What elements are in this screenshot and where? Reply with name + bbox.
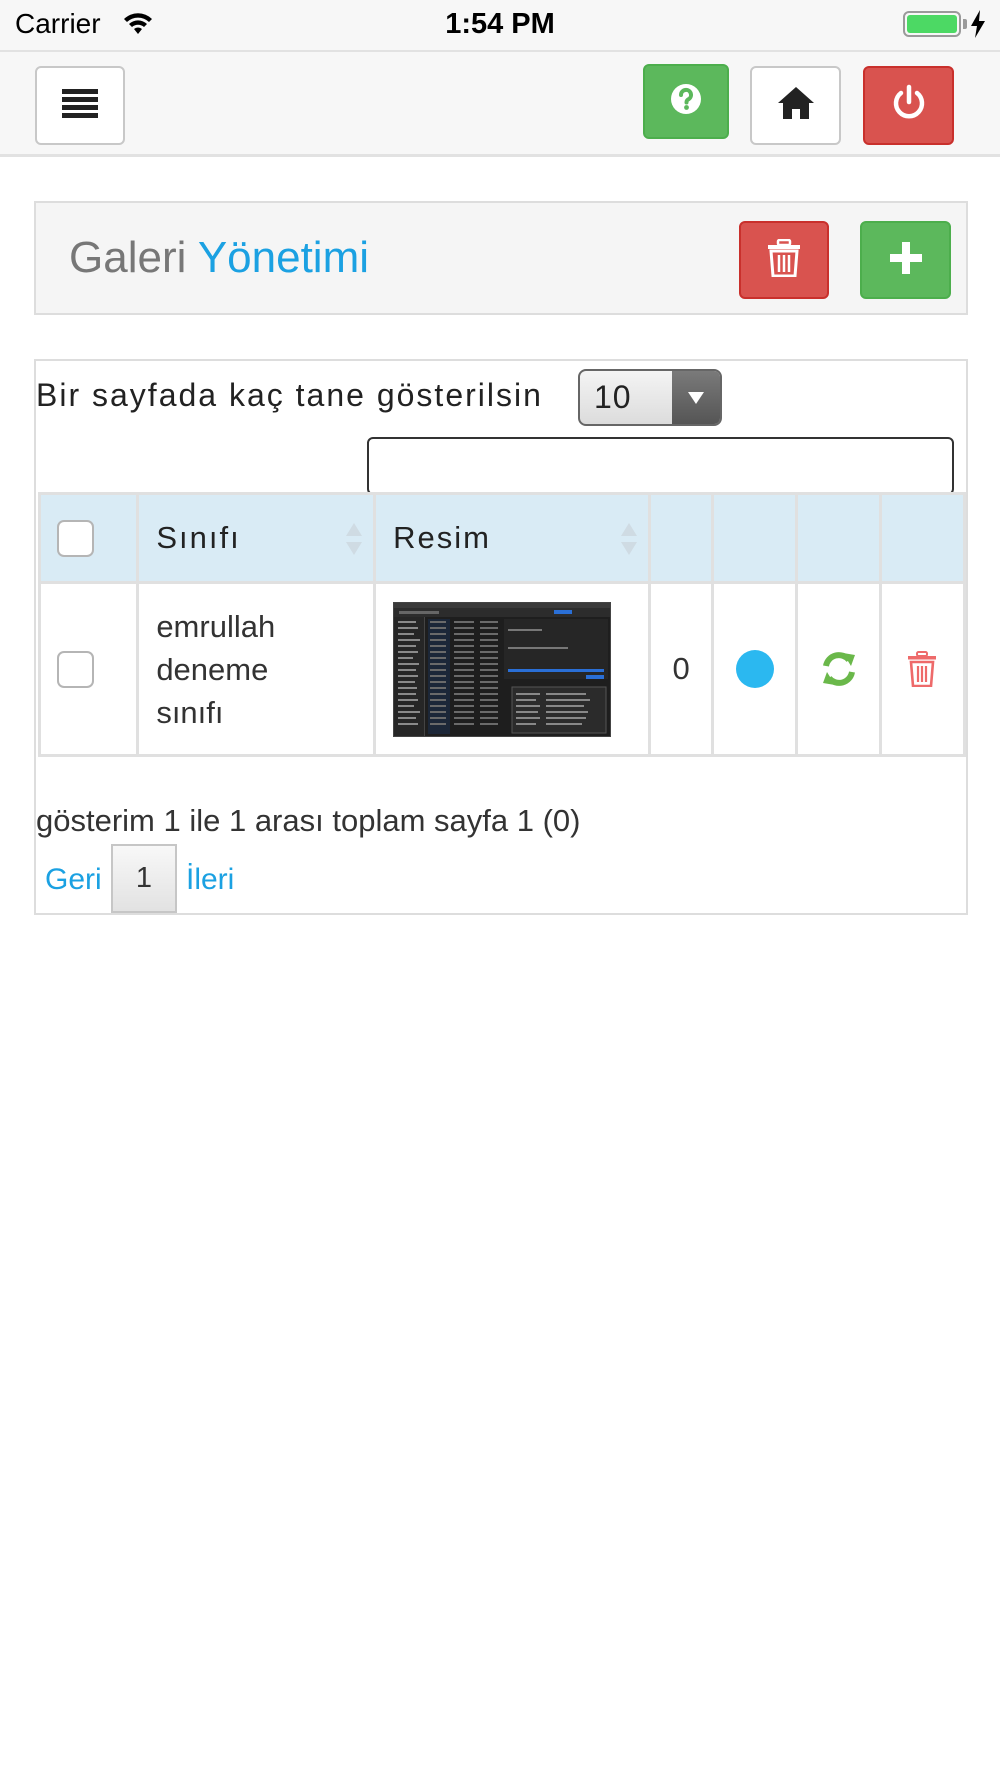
row-delete-cell [878,581,967,757]
page-title-prefix: Galeri [69,233,187,282]
column-header-label: Resim [393,520,491,555]
column-header-status [711,492,799,584]
home-button[interactable] [750,66,841,145]
page-length-value: 10 [594,379,632,415]
table-header-row: Sınıfı Resim [37,492,967,584]
pagination-page-1[interactable]: 1 [111,844,177,913]
top-navbar [0,50,1000,157]
page-length-select[interactable]: 10 [578,369,722,426]
sort-icon [345,521,363,565]
sort-icon [620,521,638,565]
row-status-cell [711,581,799,757]
plus-icon [889,241,923,280]
refresh-icon[interactable] [798,649,878,689]
trash-icon[interactable] [882,651,963,687]
column-header-sinifi[interactable]: Sınıfı [136,492,377,584]
gallery-image-thumbnail[interactable] [393,601,612,737]
search-input[interactable] [367,437,954,495]
table-info: gösterim 1 ile 1 arası toplam sayfa 1 (0… [36,803,581,838]
row-checkbox[interactable] [57,650,94,688]
charging-icon [970,10,986,43]
row-sinifi-cell: emrullah deneme sınıfı [136,581,377,757]
table-row: emrullah deneme sınıfı 0 [37,581,967,757]
select-all-checkbox[interactable] [57,519,94,557]
power-icon [890,84,928,127]
hamburger-icon [62,87,98,124]
column-header-resim[interactable]: Resim [373,492,651,584]
gallery-table-panel: Bir sayfada kaç tane gösterilsin 10 Sını… [34,359,968,915]
trash-icon [767,238,801,282]
logout-button[interactable] [863,66,954,145]
battery-cap [963,19,967,29]
battery-icon [903,11,961,37]
status-dot-icon[interactable] [735,650,774,688]
page-length-label: Bir sayfada kaç tane gösterilsin [36,377,543,413]
column-header-count [647,492,715,584]
clock: 1:54 PM [445,8,555,40]
status-bar: Carrier 1:54 PM [0,0,1000,50]
row-select-cell [37,581,140,757]
page-title: Galeri Yönetimi [69,233,369,283]
pagination-next[interactable]: İleri [186,863,234,897]
row-resim-cell [373,581,651,757]
gallery-table: Sınıfı Resim emrullah deneme sınıfı 0 [37,492,967,757]
chevron-down-icon [672,371,720,424]
add-button[interactable] [860,221,951,299]
row-refresh-cell [795,581,882,757]
column-header-refresh [795,492,882,584]
delete-selected-button[interactable] [739,221,829,299]
home-icon [776,85,816,126]
row-sinifi-text: emrullah deneme sınıfı [156,608,276,730]
row-count-cell: 0 [647,581,715,757]
page-title-accent: Yönetimi [197,233,369,282]
column-header-delete [878,492,967,584]
help-button[interactable] [643,64,729,139]
pagination-prev[interactable]: Geri [45,863,102,897]
gallery-panel-heading: Galeri Yönetimi [34,201,968,315]
column-header-label: Sınıfı [156,520,241,555]
select-all-header [37,492,140,584]
menu-toggle-button[interactable] [35,66,125,145]
question-circle-icon [670,83,702,120]
